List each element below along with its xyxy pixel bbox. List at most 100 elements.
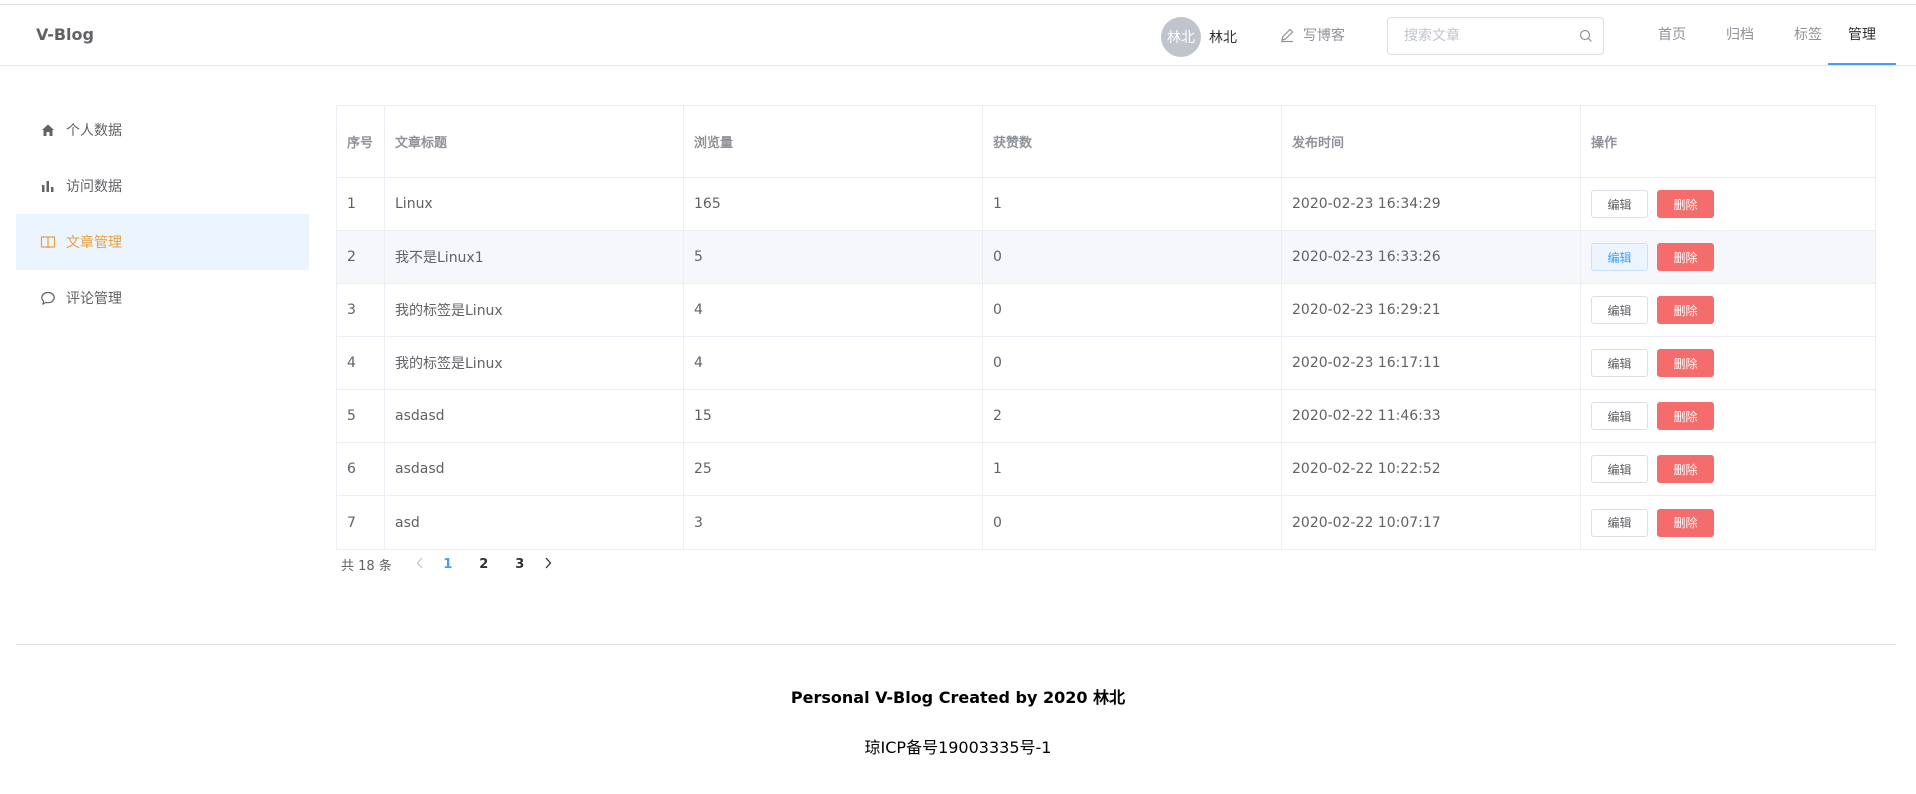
col-header-likes: 获赞数 bbox=[983, 106, 1282, 177]
delete-button[interactable]: 删除 bbox=[1657, 296, 1714, 324]
cell-actions: 编辑 删除 bbox=[1581, 231, 1875, 283]
cell-views: 5 bbox=[684, 231, 983, 283]
cell-likes: 0 bbox=[983, 284, 1282, 336]
footer-icp[interactable]: 琼ICP备号19003335号-1 bbox=[0, 734, 1916, 758]
cell-title: 我的标签是Linux bbox=[385, 337, 684, 389]
cell-index: 2 bbox=[337, 231, 385, 283]
sidebar-item-label: 文章管理 bbox=[66, 235, 122, 251]
cell-title: 我的标签是Linux bbox=[385, 284, 684, 336]
delete-button[interactable]: 删除 bbox=[1657, 349, 1714, 377]
footer-divider bbox=[16, 644, 1896, 645]
delete-button[interactable]: 删除 bbox=[1657, 243, 1714, 271]
col-header-title: 文章标题 bbox=[385, 106, 684, 177]
cell-title: 我不是Linux1 bbox=[385, 231, 684, 283]
next-page-icon[interactable] bbox=[538, 557, 558, 573]
nav-home[interactable]: 首页 bbox=[1644, 5, 1700, 65]
cell-date: 2020-02-23 16:33:26 bbox=[1282, 231, 1581, 283]
cell-views: 15 bbox=[684, 390, 983, 442]
cell-views: 165 bbox=[684, 178, 983, 230]
cell-likes: 0 bbox=[983, 496, 1282, 549]
edit-pen-icon bbox=[1281, 28, 1294, 43]
cell-index: 6 bbox=[337, 443, 385, 495]
cell-views: 3 bbox=[684, 496, 983, 549]
edit-button[interactable]: 编辑 bbox=[1591, 349, 1648, 377]
search-box bbox=[1387, 17, 1604, 55]
col-header-actions: 操作 bbox=[1591, 136, 1618, 151]
sidebar-item-comment-manage[interactable]: 评论管理 bbox=[16, 270, 309, 326]
delete-button[interactable]: 删除 bbox=[1657, 455, 1714, 483]
cell-views: 4 bbox=[684, 284, 983, 336]
table-header-row: 序号 文章标题 浏览量 获赞数 发布时间 操作 bbox=[337, 106, 1875, 178]
cell-actions: 编辑 删除 bbox=[1581, 337, 1875, 389]
col-header-date: 发布时间 bbox=[1282, 106, 1581, 177]
table-row: 5 asdasd 15 2 2020-02-22 11:46:33 编辑 删除 bbox=[337, 390, 1875, 443]
cell-index: 4 bbox=[337, 337, 385, 389]
pagination: 共 18 条 1 2 3 bbox=[341, 555, 558, 574]
delete-button[interactable]: 删除 bbox=[1657, 190, 1714, 218]
cell-likes: 1 bbox=[983, 443, 1282, 495]
nav-manage[interactable]: 管理 bbox=[1828, 5, 1896, 65]
cell-likes: 0 bbox=[983, 337, 1282, 389]
search-input[interactable] bbox=[1402, 18, 1576, 54]
write-blog-link[interactable]: 写博客 bbox=[1279, 25, 1345, 45]
cell-title: asdasd bbox=[385, 443, 684, 495]
username[interactable]: 林北 bbox=[1209, 27, 1237, 47]
sidebar-menu: 个人数据 访问数据 文章管理 评论管理 bbox=[16, 102, 309, 326]
footer-credit: Personal V-Blog Created by 2020 林北 bbox=[790, 688, 1126, 707]
sidebar-item-personal-data[interactable]: 个人数据 bbox=[16, 102, 309, 158]
sidebar-item-label: 访问数据 bbox=[66, 179, 122, 195]
col-header-index: 序号 bbox=[337, 106, 385, 177]
cell-views: 25 bbox=[684, 443, 983, 495]
sidebar-item-article-manage[interactable]: 文章管理 bbox=[16, 214, 309, 270]
table-row: 4 我的标签是Linux 4 0 2020-02-23 16:17:11 编辑 … bbox=[337, 337, 1875, 390]
cell-likes: 1 bbox=[983, 178, 1282, 230]
cell-actions: 编辑 删除 bbox=[1581, 496, 1875, 549]
comment-icon bbox=[41, 291, 55, 306]
table-row: 7 asd 3 0 2020-02-22 10:07:17 编辑 删除 bbox=[337, 496, 1875, 549]
table-row: 3 我的标签是Linux 4 0 2020-02-23 16:29:21 编辑 … bbox=[337, 284, 1875, 337]
nav-archive[interactable]: 归档 bbox=[1712, 5, 1768, 65]
cell-date: 2020-02-23 16:34:29 bbox=[1282, 178, 1581, 230]
bar-chart-icon bbox=[42, 181, 54, 192]
table-row: 6 asdasd 25 1 2020-02-22 10:22:52 编辑 删除 bbox=[337, 443, 1875, 496]
cell-date: 2020-02-23 16:17:11 bbox=[1282, 337, 1581, 389]
cell-title: asd bbox=[385, 496, 684, 549]
sidebar-item-visit-data[interactable]: 访问数据 bbox=[16, 158, 309, 214]
edit-button[interactable]: 编辑 bbox=[1591, 296, 1648, 324]
book-icon bbox=[40, 236, 56, 249]
total-count: 共 18 条 bbox=[341, 559, 392, 574]
delete-button[interactable]: 删除 bbox=[1657, 508, 1714, 537]
prev-page-icon[interactable] bbox=[410, 557, 430, 573]
sidebar-item-label: 评论管理 bbox=[66, 291, 122, 307]
avatar[interactable]: 林北 bbox=[1161, 17, 1201, 57]
cell-actions: 编辑 删除 bbox=[1581, 284, 1875, 336]
cell-date: 2020-02-23 16:29:21 bbox=[1282, 284, 1581, 336]
edit-button[interactable]: 编辑 bbox=[1591, 402, 1648, 430]
cell-actions: 编辑 删除 bbox=[1581, 390, 1875, 442]
sidebar-item-label: 个人数据 bbox=[66, 123, 122, 139]
edit-button[interactable]: 编辑 bbox=[1591, 508, 1648, 537]
cell-title: Linux bbox=[385, 178, 684, 230]
cell-index: 3 bbox=[337, 284, 385, 336]
write-blog-label: 写博客 bbox=[1303, 28, 1345, 44]
articles-table: 序号 文章标题 浏览量 获赞数 发布时间 操作 1 Linux 165 1 20… bbox=[336, 105, 1876, 550]
page-1[interactable]: 1 bbox=[430, 557, 466, 572]
page-2[interactable]: 2 bbox=[466, 557, 502, 572]
col-header-views: 浏览量 bbox=[684, 106, 983, 177]
cell-actions: 编辑 删除 bbox=[1581, 443, 1875, 495]
user-profile[interactable]: 林北 林北 bbox=[1161, 17, 1237, 57]
cell-index: 7 bbox=[337, 496, 385, 549]
search-icon[interactable] bbox=[1579, 29, 1593, 43]
page-3[interactable]: 3 bbox=[502, 557, 538, 572]
edit-button[interactable]: 编辑 bbox=[1591, 243, 1648, 271]
top-header: V-Blog 林北 林北 写博客 首页 归档 标签 管理 bbox=[0, 5, 1916, 66]
site-logo[interactable]: V-Blog bbox=[36, 25, 94, 44]
cell-title: asdasd bbox=[385, 390, 684, 442]
table-row: 1 Linux 165 1 2020-02-23 16:34:29 编辑 删除 bbox=[337, 178, 1875, 231]
edit-button[interactable]: 编辑 bbox=[1591, 190, 1648, 218]
delete-button[interactable]: 删除 bbox=[1657, 402, 1714, 430]
cell-date: 2020-02-22 10:22:52 bbox=[1282, 443, 1581, 495]
edit-button[interactable]: 编辑 bbox=[1591, 455, 1648, 483]
cell-index: 5 bbox=[337, 390, 385, 442]
cell-views: 4 bbox=[684, 337, 983, 389]
